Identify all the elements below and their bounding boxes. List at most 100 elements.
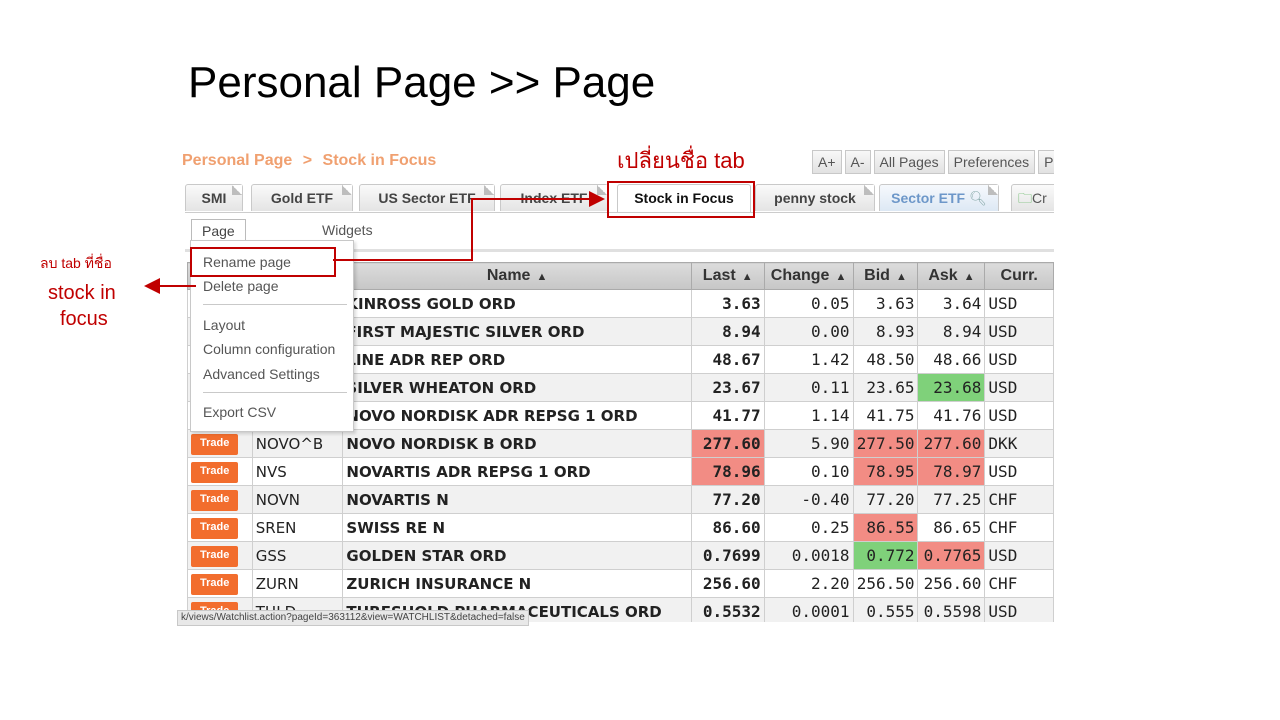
truncated-toolbar-button[interactable]: P — [1038, 150, 1054, 174]
tab-index-etf[interactable]: Index ETF — [500, 184, 608, 211]
export-csv-menu-item[interactable]: Export CSV — [203, 404, 276, 420]
ask-cell: 48.66 — [917, 345, 986, 374]
table-row[interactable]: Trade NOVO^B NOVO NORDISK B ORD 277.60 5.90 2… — [187, 429, 1054, 458]
advanced-settings-menu-item[interactable]: Advanced Settings — [203, 366, 320, 382]
trade-button[interactable]: Trade — [191, 433, 239, 455]
last-cell: 23.67 — [690, 373, 765, 402]
trade-button[interactable]: Trade — [191, 573, 239, 595]
symbol-cell: NVS — [251, 457, 344, 486]
rename-page-highlight — [190, 247, 336, 277]
trade-cell: Trade — [187, 485, 253, 514]
name-cell: FIRST MAJESTIC SILVER ORD — [342, 317, 692, 346]
tab-us-sector-etf[interactable]: US Sector ETF — [359, 184, 495, 211]
sort-icon: ▲︎ — [741, 271, 753, 283]
currency-cell: USD — [984, 373, 1054, 402]
last-cell: 41.77 — [690, 401, 765, 430]
page-menu-tab[interactable]: Page — [191, 219, 246, 242]
breadcrumb-root[interactable]: Personal Page — [182, 152, 292, 169]
last-header-label: Last — [702, 267, 736, 284]
tab-label: Cr — [1032, 190, 1047, 206]
ask-cell: 0.5598 — [917, 597, 986, 622]
trade-button[interactable]: Trade — [191, 461, 239, 483]
bid-cell: 3.63 — [852, 289, 919, 318]
name-column-header[interactable]: Name ▲︎ — [342, 262, 692, 290]
widgets-menu-tab[interactable]: Widgets — [322, 219, 373, 241]
last-cell: 0.5532 — [690, 597, 765, 622]
font-decrease-button[interactable]: A- — [844, 150, 871, 174]
breadcrumb-current[interactable]: Stock in Focus — [323, 152, 437, 169]
delete-tab-annotation-line1: ลบ tab ที่ชื่อ — [40, 255, 112, 271]
change-cell: -0.40 — [763, 485, 854, 514]
tab-sector-etf[interactable]: Sector ETF 🔍︎ — [879, 184, 999, 211]
table-row[interactable]: Trade NOVN NOVARTIS N 77.20 -0.40 77.20 77.25 C… — [187, 485, 1054, 514]
currency-cell: USD — [984, 541, 1054, 570]
search-icon[interactable]: 🔍︎ — [969, 190, 987, 206]
tab-label: US Sector ETF — [378, 190, 476, 206]
tab-label: Sector ETF — [891, 190, 966, 206]
table-row[interactable]: Trade NVS NOVARTIS ADR REPSG 1 ORD 78.96 0.1… — [187, 457, 1054, 486]
breadcrumb-separator: > — [302, 152, 313, 169]
last-cell: 0.7699 — [690, 541, 765, 570]
last-cell: 86.60 — [690, 513, 765, 542]
sort-icon: ▲︎ — [963, 271, 975, 283]
name-cell: NOVARTIS ADR REPSG 1 ORD — [342, 457, 692, 486]
delete-page-menu-item[interactable]: Delete page — [203, 278, 279, 294]
ask-column-header[interactable]: Ask ▲︎ — [917, 262, 986, 290]
change-cell: 0.0018 — [763, 541, 854, 570]
ask-cell: 277.60 — [917, 429, 986, 458]
ask-header-label: Ask — [928, 267, 958, 284]
slide-title: Personal Page >> Page — [188, 58, 656, 107]
tab-label: Index ETF — [520, 190, 588, 206]
ask-cell: 256.60 — [917, 569, 986, 598]
active-tab-highlight — [607, 181, 755, 218]
table-row[interactable]: Trade SREN SWISS RE N 86.60 0.25 86.55 86.65 CH… — [187, 513, 1054, 542]
currency-cell: CHF — [984, 569, 1054, 598]
trade-cell: Trade — [187, 541, 253, 570]
preferences-button[interactable]: Preferences — [947, 150, 1036, 174]
currency-header-label: Curr. — [1000, 267, 1038, 284]
tab-penny-stock[interactable]: penny stock — [755, 184, 875, 211]
trade-cell: Trade — [187, 569, 253, 598]
name-cell: GOLDEN STAR ORD — [342, 541, 692, 570]
last-column-header[interactable]: Last ▲︎ — [690, 262, 765, 290]
symbol-cell: SREN — [251, 513, 344, 542]
currency-cell: USD — [984, 597, 1054, 622]
font-increase-button[interactable]: A+ — [812, 150, 842, 174]
menu-divider — [203, 392, 347, 393]
last-cell: 78.96 — [690, 457, 765, 486]
menu-divider — [203, 304, 347, 305]
change-column-header[interactable]: Change ▲︎ — [763, 262, 854, 290]
name-cell: NOVO NORDISK ADR REPSG 1 ORD — [342, 401, 692, 430]
currency-column-header[interactable]: Curr. — [984, 262, 1054, 290]
table-row[interactable]: Trade ZURN ZURICH INSURANCE N 256.60 2.20 256… — [187, 569, 1054, 598]
name-cell: NOVO NORDISK B ORD — [342, 429, 692, 458]
tab-label: Gold ETF — [270, 190, 334, 206]
ask-cell: 3.64 — [917, 289, 986, 318]
ask-cell: 23.68 — [917, 373, 986, 402]
bid-cell: 8.93 — [852, 317, 919, 346]
trade-cell: Trade — [187, 457, 253, 486]
trade-button[interactable]: Trade — [191, 489, 239, 511]
currency-cell: USD — [984, 345, 1054, 374]
bid-column-header[interactable]: Bid ▲︎ — [852, 262, 919, 290]
tab-gold-etf[interactable]: Gold ETF — [251, 184, 353, 211]
column-configuration-menu-item[interactable]: Column configuration — [203, 341, 335, 357]
tab-smi[interactable]: SMI — [185, 184, 243, 211]
delete-tab-annotation-line3: focus — [60, 308, 108, 330]
ask-cell: 78.97 — [917, 457, 986, 486]
rename-tab-annotation: เปลี่ยนชื่อ tab — [617, 148, 745, 173]
change-cell: 0.00 — [763, 317, 854, 346]
symbol-cell: ZURN — [251, 569, 344, 598]
change-cell: 0.10 — [763, 457, 854, 486]
bid-cell: 86.55 — [852, 513, 919, 542]
trade-button[interactable]: Trade — [191, 517, 239, 539]
all-pages-button[interactable]: All Pages — [873, 150, 945, 174]
change-cell: 1.42 — [763, 345, 854, 374]
bid-cell: 78.95 — [852, 457, 919, 486]
name-header-label: Name — [486, 267, 531, 284]
symbol-cell: NOVN — [251, 485, 344, 514]
create-page-button[interactable]: 🗀︎Cr — [1011, 184, 1054, 211]
trade-button[interactable]: Trade — [191, 545, 239, 567]
table-row[interactable]: Trade GSS GOLDEN STAR ORD 0.7699 0.0018 0.772… — [187, 541, 1054, 570]
layout-menu-item[interactable]: Layout — [203, 317, 245, 333]
